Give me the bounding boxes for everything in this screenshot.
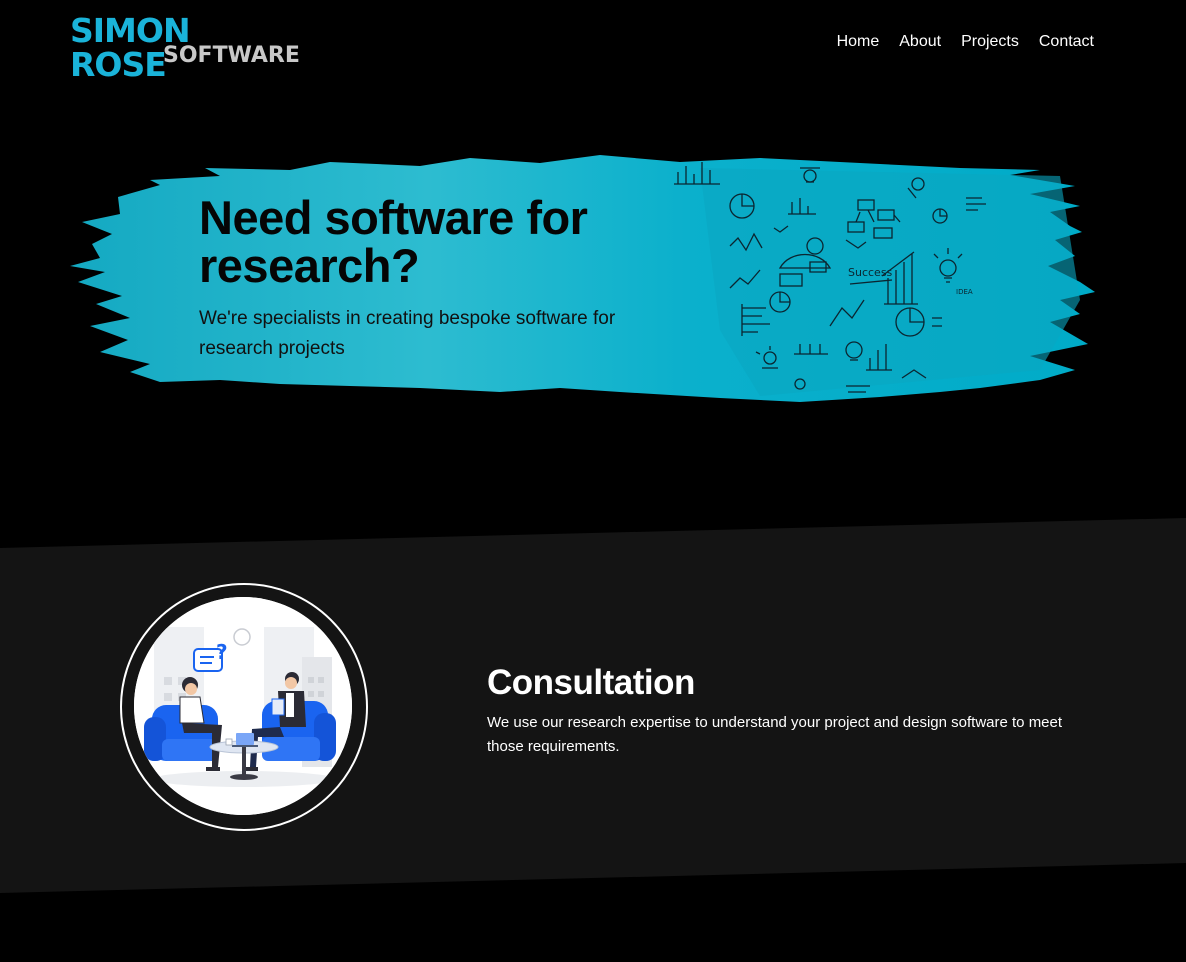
research-doodles-icon: Success IDEA: [674, 162, 986, 393]
logo-secondary-text: SOFTWARE: [163, 43, 300, 68]
section-description: We use our research expertise to underst…: [487, 714, 1063, 755]
nav-contact[interactable]: Contact: [1039, 32, 1094, 52]
site-logo[interactable]: SIMON ROSE SOFTWARE: [70, 14, 300, 82]
main-nav: Home About Projects Contact: [817, 32, 1094, 52]
hero-title: Need software for research?: [199, 191, 588, 292]
nav-about[interactable]: About: [899, 32, 941, 52]
nav-home[interactable]: Home: [837, 32, 880, 52]
section-title: Consultation: [487, 663, 695, 702]
idea-doodle-label: IDEA: [956, 288, 973, 296]
svg-text:?: ?: [216, 640, 228, 664]
consultation-illustration: ?: [134, 597, 352, 815]
hero-subtitle: We're specialists in creating bespoke so…: [199, 308, 616, 359]
nav-projects[interactable]: Projects: [961, 32, 1019, 52]
consultation-illustration-icon: ?: [134, 597, 352, 815]
